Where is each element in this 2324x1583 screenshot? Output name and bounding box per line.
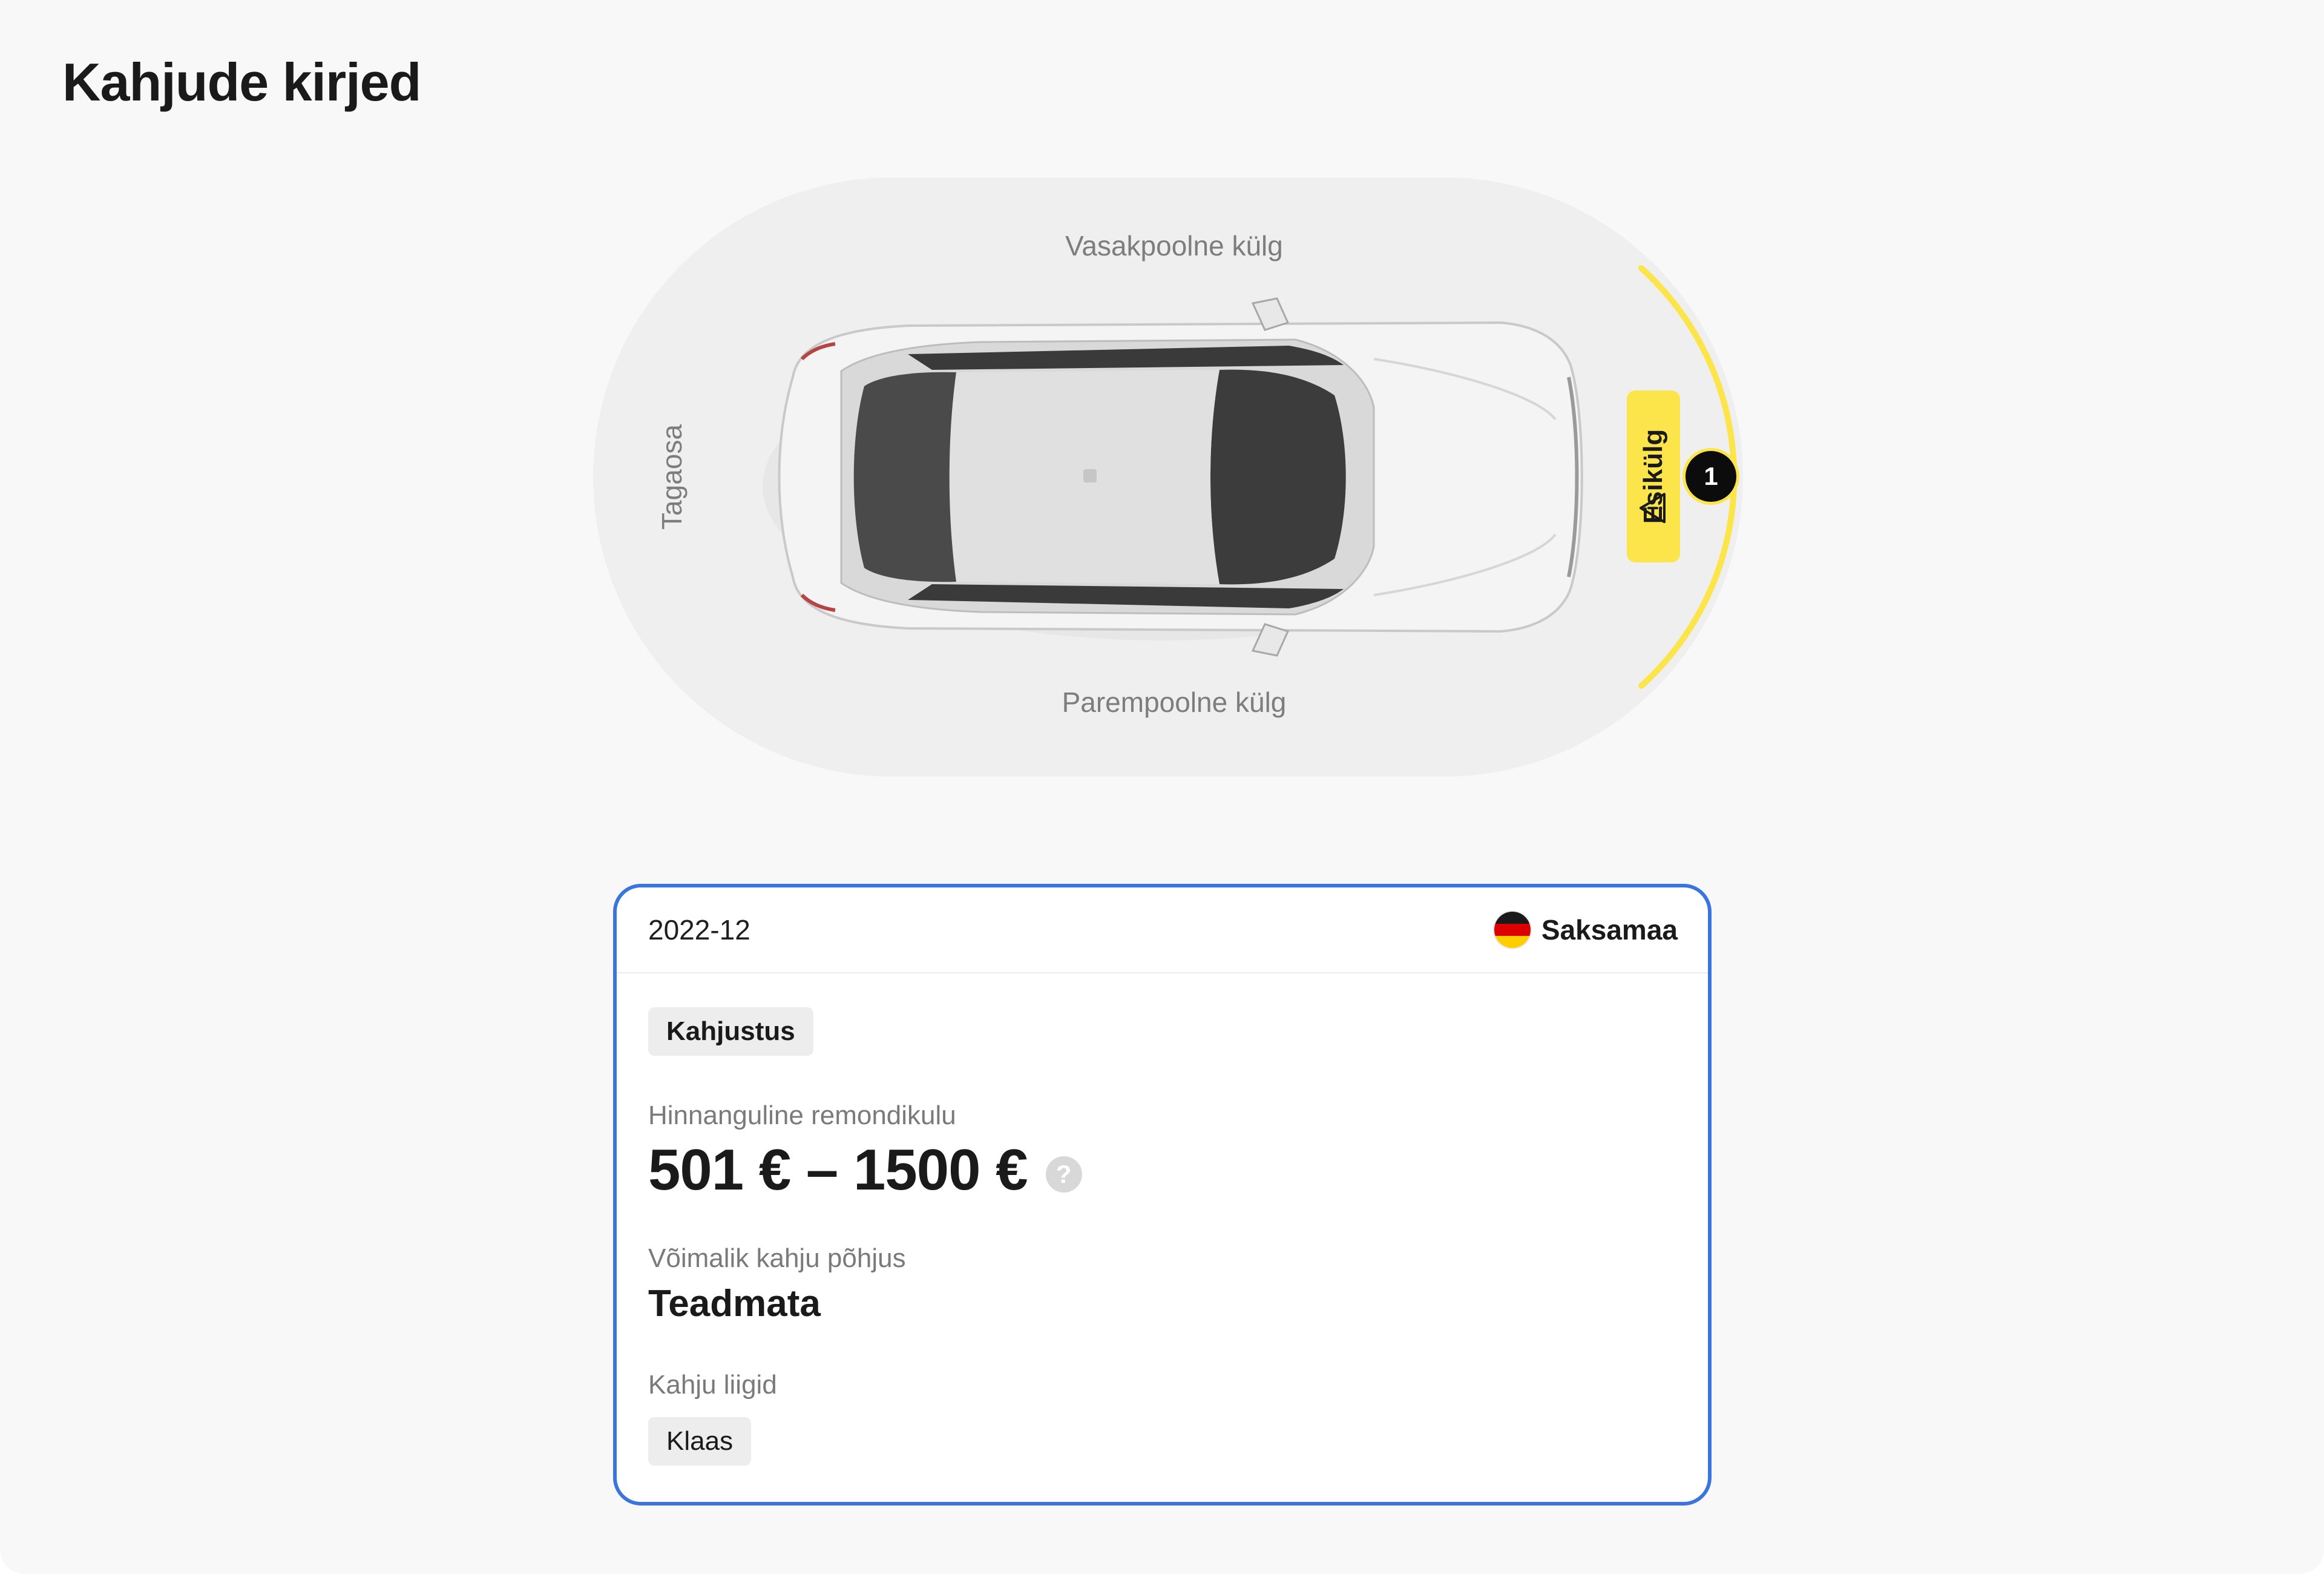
country-name: Saksamaa — [1541, 914, 1678, 946]
warning-triangle-icon — [1640, 493, 1666, 524]
front-zone-tag[interactable]: Esikülg — [1627, 390, 1680, 562]
germany-flag-icon — [1494, 912, 1531, 948]
rear-label: Tagaosa — [656, 424, 688, 530]
left-side-label: Vasakpoolne külg — [1065, 230, 1283, 262]
cause-label: Võimalik kahju põhjus — [648, 1243, 906, 1273]
cost-value: 501 € – 1500 € — [648, 1137, 1028, 1202]
damage-record-card[interactable]: 2022-12 Saksamaa Kahjustus Hinnanguline … — [613, 884, 1712, 1506]
vehicle-damage-diagram: Vasakpoolne külg Parempoolne külg Tagaos… — [593, 177, 1743, 777]
damage-kinds-label: Kahju liigid — [648, 1370, 777, 1400]
cause-value: Teadmata — [648, 1283, 821, 1325]
damage-kind-chip: Klaas — [648, 1417, 752, 1466]
damage-records-page: Kahjude kirjed Vasakpoolne külg Parempoo… — [0, 0, 2324, 1574]
record-country: Saksamaa — [1494, 912, 1678, 948]
page-title: Kahjude kirjed — [62, 52, 421, 112]
cost-row: 501 € – 1500 € ? — [648, 1137, 1082, 1203]
record-type-badge: Kahjustus — [648, 1007, 813, 1056]
damage-kinds-list: Klaas — [648, 1417, 752, 1466]
right-side-label: Parempoolne külg — [1062, 686, 1287, 718]
car-top-view-icon — [763, 297, 1583, 657]
card-header: 2022-12 Saksamaa — [617, 887, 1708, 973]
cost-label: Hinnanguline remondikulu — [648, 1101, 956, 1130]
record-date: 2022-12 — [648, 914, 750, 946]
damage-marker-1[interactable]: 1 — [1682, 448, 1739, 505]
help-icon[interactable]: ? — [1045, 1156, 1082, 1193]
